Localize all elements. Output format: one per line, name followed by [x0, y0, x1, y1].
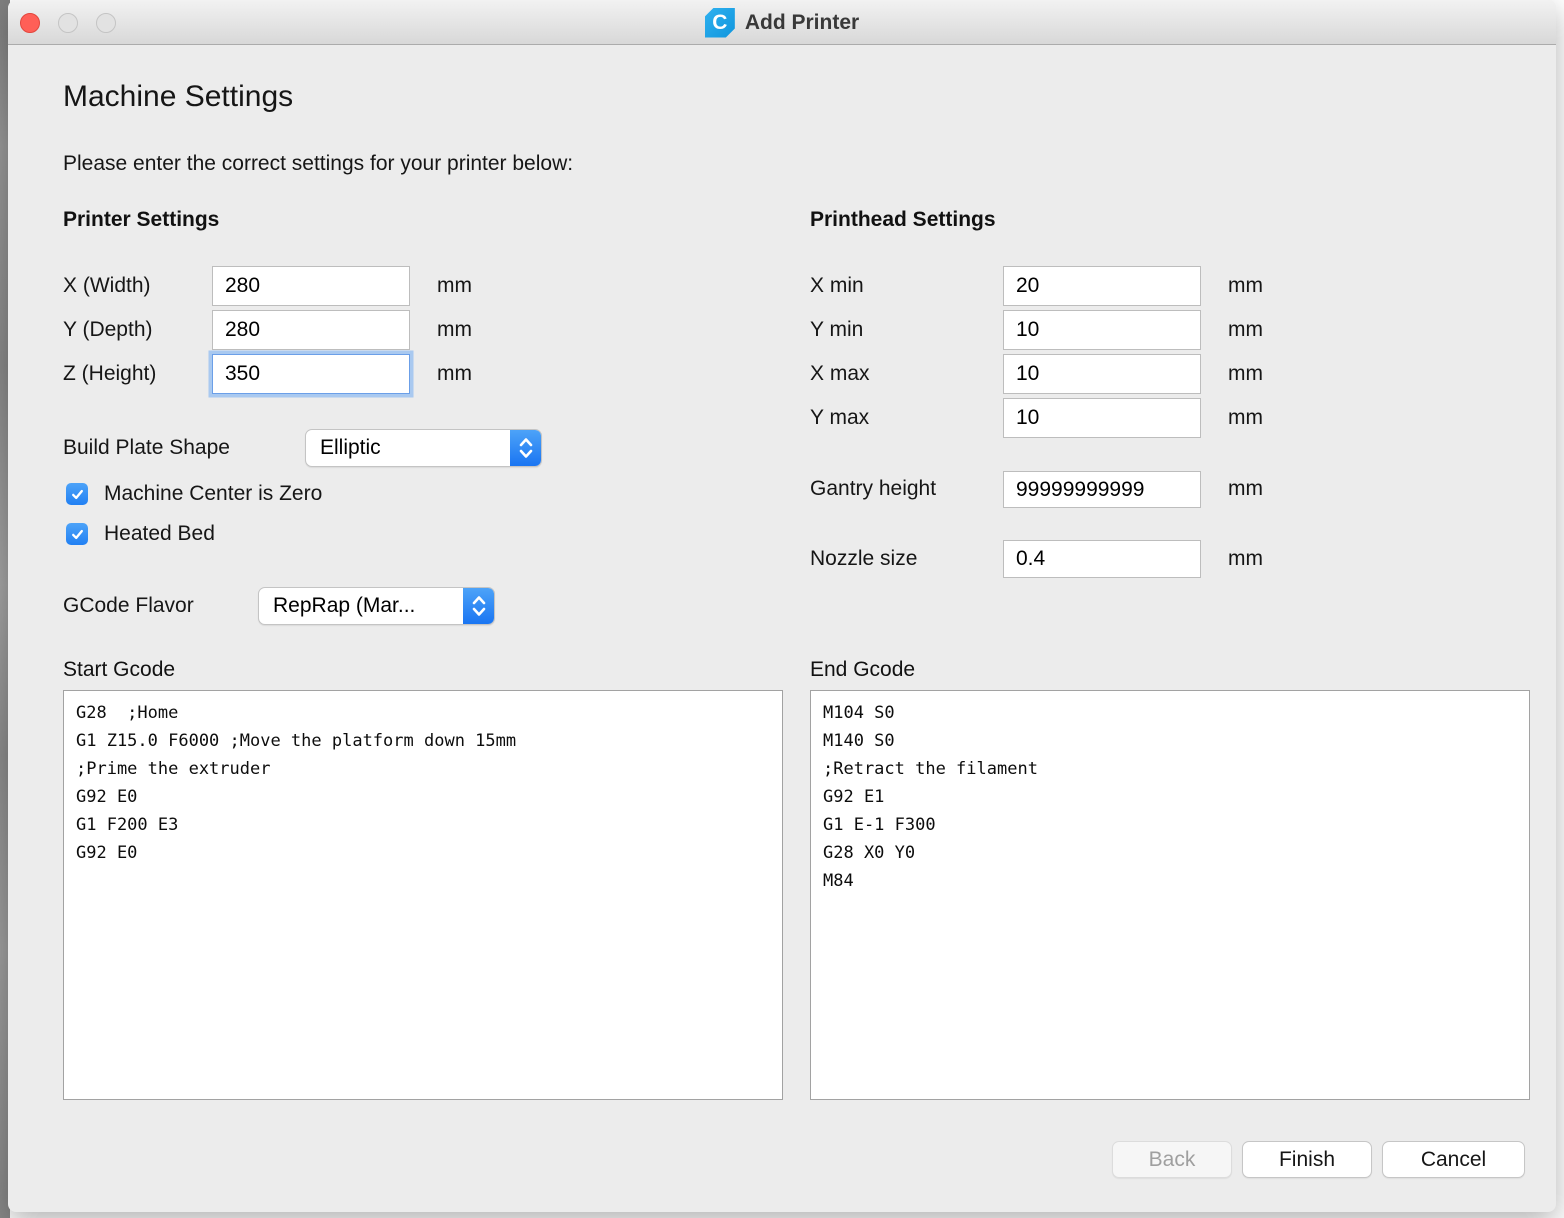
- y-depth-input[interactable]: [212, 310, 410, 350]
- y-max-label: Y max: [810, 398, 869, 438]
- x-width-unit: mm: [437, 266, 472, 306]
- build-plate-shape-label: Build Plate Shape: [63, 429, 230, 467]
- y-max-input[interactable]: [1003, 398, 1201, 438]
- page-subtitle: Please enter the correct settings for yo…: [63, 152, 573, 176]
- title-wrap: C Add Printer: [8, 0, 1556, 45]
- cura-app-icon: C: [705, 8, 735, 38]
- z-height-label: Z (Height): [63, 354, 156, 394]
- dropdown-stepper-icon: [463, 588, 494, 624]
- add-printer-dialog: C Add Printer Machine Settings Please en…: [8, 0, 1556, 1212]
- checkbox-checked-icon: [66, 483, 88, 505]
- finish-button[interactable]: Finish: [1242, 1141, 1372, 1178]
- back-button: Back: [1112, 1141, 1232, 1178]
- build-plate-shape-select[interactable]: Elliptic: [305, 429, 542, 467]
- gcode-flavor-value: RepRap (Mar...: [259, 594, 463, 618]
- x-min-unit: mm: [1228, 266, 1263, 306]
- y-min-input[interactable]: [1003, 310, 1201, 350]
- nozzle-size-label: Nozzle size: [810, 540, 917, 578]
- titlebar[interactable]: C Add Printer: [8, 0, 1556, 45]
- printer-settings-title: Printer Settings: [63, 208, 219, 232]
- end-gcode-textarea[interactable]: M104 S0 M140 S0 ;Retract the filament G9…: [810, 690, 1530, 1100]
- gcode-flavor-label: GCode Flavor: [63, 587, 194, 625]
- machine-center-zero-checkbox[interactable]: Machine Center is Zero: [66, 482, 322, 506]
- x-width-input[interactable]: [212, 266, 410, 306]
- gcode-flavor-select[interactable]: RepRap (Mar...: [258, 587, 495, 625]
- x-max-unit: mm: [1228, 354, 1263, 394]
- x-width-label: X (Width): [63, 266, 151, 306]
- z-height-input[interactable]: [212, 354, 410, 394]
- y-min-unit: mm: [1228, 310, 1263, 350]
- heated-bed-checkbox[interactable]: Heated Bed: [66, 522, 215, 546]
- page-title: Machine Settings: [63, 80, 293, 114]
- nozzle-size-input[interactable]: [1003, 540, 1201, 578]
- window-title: Add Printer: [745, 11, 859, 35]
- gantry-height-input[interactable]: [1003, 471, 1201, 508]
- cancel-button[interactable]: Cancel: [1382, 1141, 1525, 1178]
- y-max-unit: mm: [1228, 398, 1263, 438]
- nozzle-size-unit: mm: [1228, 540, 1263, 578]
- gantry-height-label: Gantry height: [810, 470, 936, 508]
- machine-center-zero-label: Machine Center is Zero: [104, 482, 322, 506]
- checkbox-checked-icon: [66, 523, 88, 545]
- build-plate-shape-value: Elliptic: [306, 436, 510, 460]
- x-min-label: X min: [810, 266, 864, 306]
- x-max-input[interactable]: [1003, 354, 1201, 394]
- gantry-height-unit: mm: [1228, 470, 1263, 508]
- printhead-settings-title: Printhead Settings: [810, 208, 996, 232]
- x-max-label: X max: [810, 354, 870, 394]
- heated-bed-label: Heated Bed: [104, 522, 215, 546]
- start-gcode-label: Start Gcode: [63, 658, 175, 682]
- x-min-input[interactable]: [1003, 266, 1201, 306]
- dropdown-stepper-icon: [510, 430, 541, 466]
- start-gcode-textarea[interactable]: G28 ;Home G1 Z15.0 F6000 ;Move the platf…: [63, 690, 783, 1100]
- y-depth-unit: mm: [437, 310, 472, 350]
- y-min-label: Y min: [810, 310, 863, 350]
- y-depth-label: Y (Depth): [63, 310, 153, 350]
- end-gcode-label: End Gcode: [810, 658, 915, 682]
- z-height-unit: mm: [437, 354, 472, 394]
